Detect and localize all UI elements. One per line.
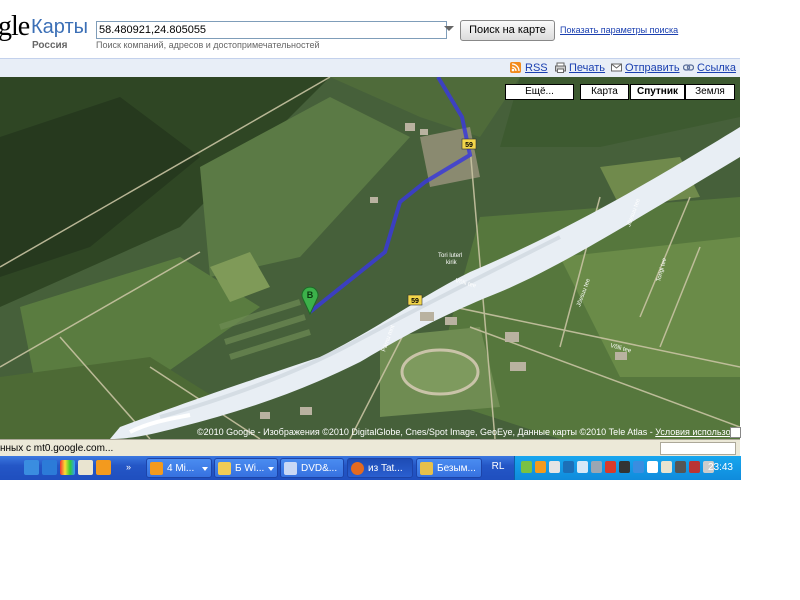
taskbar-button-5[interactable]: Безым... <box>416 458 482 478</box>
task-app-icon <box>150 462 163 475</box>
task-group-arrow-icon <box>268 467 274 471</box>
svg-text:B: B <box>307 290 314 300</box>
show-desktop-icon[interactable] <box>24 460 39 475</box>
map-type-map-button[interactable]: Карта <box>580 84 629 100</box>
rss-link[interactable]: RSS <box>525 62 548 74</box>
tray-icon-3[interactable] <box>549 461 560 473</box>
internet-explorer-icon[interactable] <box>42 460 57 475</box>
print-link[interactable]: Печать <box>569 62 605 74</box>
map-toolbar: RSS Печать Отправить Ссылка <box>0 58 740 79</box>
map-type-earth-button[interactable]: Земля <box>685 84 735 100</box>
header: gle Карты Россия Поиск компаний, адресов… <box>0 0 740 58</box>
task-label: из Tat... <box>368 463 403 474</box>
taskbar-button-2[interactable]: Б Wi... <box>214 458 278 478</box>
place-label-church-2: kirik <box>446 260 458 266</box>
task-label: DVD&... <box>301 463 338 474</box>
tray-icon-6[interactable] <box>591 461 602 473</box>
place-label-church: Tori luterl <box>438 253 462 259</box>
folder-icon <box>218 462 231 475</box>
more-layers-button[interactable]: Ещё... <box>505 84 574 100</box>
clock[interactable]: 23:43 <box>708 462 733 473</box>
print-icon <box>555 62 566 73</box>
tray-icon-7[interactable] <box>605 461 616 473</box>
satellite-map[interactable]: 59 59 Tori luterl kirik Võlli tee Võlli … <box>0 77 740 439</box>
search-history-dropdown-icon[interactable] <box>444 26 454 31</box>
tray-icon-13[interactable] <box>689 461 700 473</box>
taskbar-button-1[interactable]: 4 Mi... <box>146 458 212 478</box>
search-hint: Поиск компаний, адресов и достопримечате… <box>96 40 320 50</box>
link-link[interactable]: Ссылка <box>697 62 736 74</box>
task-app-icon <box>284 462 297 475</box>
tray-icon-11[interactable] <box>661 461 672 473</box>
firefox-icon <box>351 462 364 475</box>
task-label: 4 Mi... <box>167 463 195 474</box>
status-progress-field <box>660 442 736 455</box>
search-map-button[interactable]: Поиск на карте <box>460 20 555 41</box>
copyright-text: ©2010 Google - Изображения ©2010 Digital… <box>197 427 653 437</box>
task-label: Безым... <box>437 463 476 474</box>
media-player-icon[interactable] <box>60 460 75 475</box>
rss-icon <box>510 62 521 73</box>
task-group-arrow-icon <box>202 467 208 471</box>
tray-icon-4[interactable] <box>563 461 574 473</box>
status-text: нных с mt0.google.com... <box>0 443 114 454</box>
search-input[interactable] <box>96 21 447 39</box>
map-type-satellite-button[interactable]: Спутник <box>630 84 685 100</box>
logo-country: Россия <box>32 40 68 51</box>
tray-icon-5[interactable] <box>577 461 588 473</box>
task-label: Б Wi... <box>235 463 265 474</box>
map-copyright: ©2010 Google - Изображения ©2010 Digital… <box>197 427 755 437</box>
tray-icon-2[interactable] <box>535 461 546 473</box>
road-shield-59-north: 59 <box>461 138 477 150</box>
road-shield-59-south: 59 <box>407 294 423 306</box>
taskbar-button-4-active[interactable]: из Tat... <box>347 458 413 478</box>
paint-icon <box>420 462 433 475</box>
svg-text:59: 59 <box>411 298 419 305</box>
logo-service-name: Карты <box>31 16 88 38</box>
windows-taskbar: » 4 Mi... Б Wi... DVD&... из Tat... Безы… <box>0 456 741 480</box>
tray-icon-10[interactable] <box>647 461 658 473</box>
tray-icon-1[interactable] <box>521 461 532 473</box>
quick-app-icon[interactable] <box>96 460 111 475</box>
tray-icon-8[interactable] <box>619 461 630 473</box>
overview-toggle-icon[interactable] <box>730 427 741 438</box>
envelope-icon <box>611 63 622 72</box>
google-logo[interactable]: gle <box>0 12 30 42</box>
satellite-imagery[interactable]: 59 59 Tori luterl kirik Võlli tee Võlli … <box>0 77 740 439</box>
send-link[interactable]: Отправить <box>625 62 680 74</box>
tray-icon-9[interactable] <box>633 461 644 473</box>
browser-status-bar: нных с mt0.google.com... <box>0 439 740 457</box>
quick-launch-expand-icon[interactable]: » <box>126 462 131 472</box>
system-tray: 23:43 <box>514 456 741 480</box>
tray-icon-12[interactable] <box>675 461 686 473</box>
taskbar-button-3[interactable]: DVD&... <box>280 458 344 478</box>
link-icon <box>683 64 694 71</box>
search-options-link[interactable]: Показать параметры поиска <box>560 25 678 35</box>
document-icon[interactable] <box>78 460 93 475</box>
language-indicator[interactable]: RL <box>485 461 511 472</box>
svg-text:59: 59 <box>465 142 473 149</box>
